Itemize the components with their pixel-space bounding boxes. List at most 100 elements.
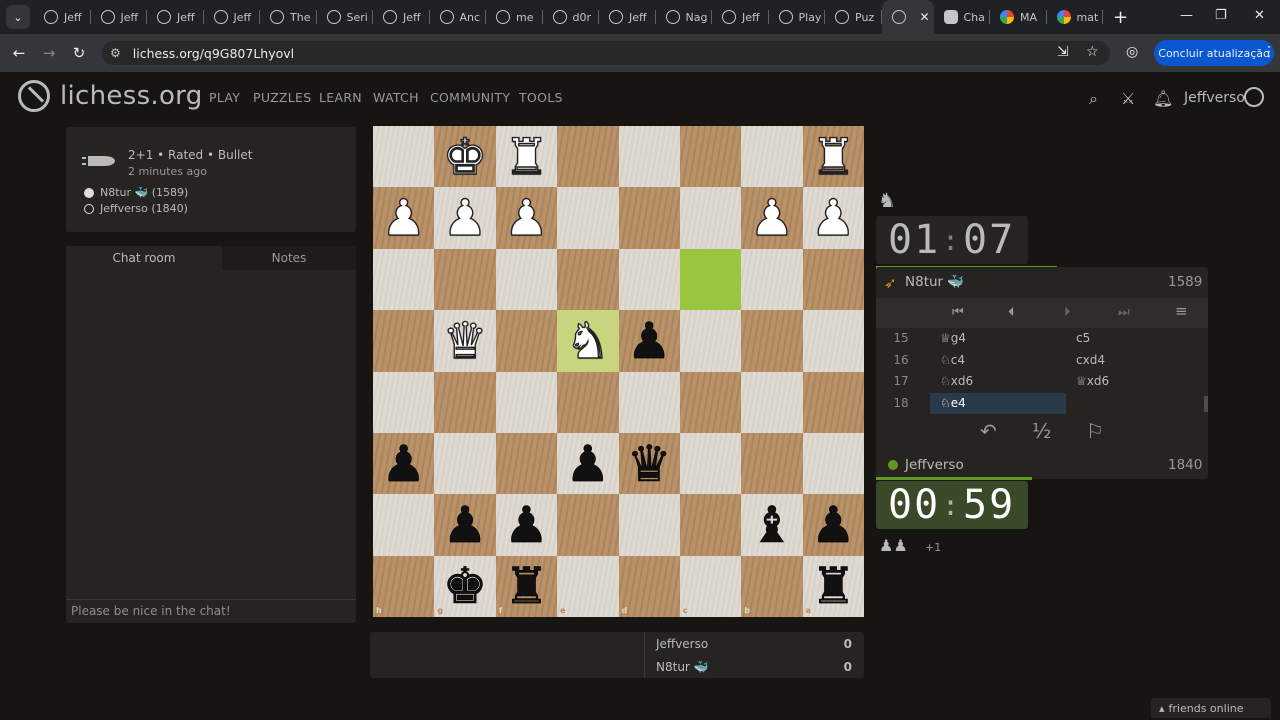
new-tab-button[interactable]: +: [1113, 7, 1128, 28]
white-move[interactable]: ♘e4: [930, 392, 1066, 414]
crosstable-player-1[interactable]: Jeffverso: [656, 637, 708, 651]
black-rook-icon[interactable]: ♜: [504, 561, 549, 612]
browser-tab[interactable]: Jeff: [34, 0, 91, 34]
square-g5[interactable]: [434, 371, 496, 433]
last-move-icon[interactable]: ⏭: [1118, 305, 1130, 320]
browser-tab[interactable]: mat: [1047, 0, 1104, 34]
black-move[interactable]: c5: [1066, 328, 1202, 349]
square-e2[interactable]: [557, 187, 619, 249]
tab-notes[interactable]: Notes: [222, 246, 356, 270]
black-move[interactable]: [1066, 393, 1202, 414]
square-g1[interactable]: ♚: [434, 126, 496, 188]
white-move[interactable]: ♕g4: [930, 328, 1066, 349]
square-d1[interactable]: [618, 126, 680, 188]
square-f4[interactable]: [495, 310, 558, 372]
square-e1[interactable]: [557, 126, 619, 188]
prev-move-icon[interactable]: ⏴: [1008, 305, 1015, 320]
square-c2[interactable]: [679, 187, 742, 249]
profile-icon[interactable]: ◎: [1126, 44, 1138, 60]
square-e3[interactable]: [557, 248, 619, 311]
bookmark-star-icon[interactable]: ☆: [1086, 44, 1099, 60]
square-h6[interactable]: ♟: [373, 432, 435, 495]
chess-board[interactable]: ♚ ♜ ♜ ♟ ♟ ♟ ♟ ♟ ♛ ♞ ♟ ♟ ♟ ♛ ♟ ♟ ♝ ♟ ♚ ♜ ♜ 1 2 3 4 5 6 7 8 h g f e d c b a: [373, 126, 864, 617]
user-avatar-icon[interactable]: [1244, 87, 1264, 107]
square-h8[interactable]: [373, 555, 435, 617]
square-b3[interactable]: [741, 248, 803, 311]
white-queen-icon[interactable]: ♛: [442, 315, 488, 366]
black-pawn-icon[interactable]: ♟: [565, 438, 610, 489]
square-g6[interactable]: [434, 432, 496, 495]
square-e5[interactable]: [557, 371, 619, 433]
maximize-icon[interactable]: ❐: [1215, 8, 1227, 23]
first-move-icon[interactable]: ⏮: [952, 305, 964, 320]
square-c3[interactable]: [679, 248, 742, 311]
browser-tab-active[interactable]: ✕: [881, 0, 934, 34]
square-d8[interactable]: [618, 555, 680, 617]
black-king-icon[interactable]: ♚: [442, 561, 487, 612]
black-pawn-icon[interactable]: ♟: [626, 316, 671, 367]
nav-learn[interactable]: LEARN: [319, 90, 362, 105]
white-pawn-icon[interactable]: ♟: [442, 192, 488, 243]
search-icon[interactable]: ⌕: [1089, 89, 1098, 109]
tab-chat-room[interactable]: Chat room: [66, 246, 222, 270]
browser-tab[interactable]: d0r: [543, 0, 600, 34]
white-knight-icon[interactable]: ♞: [565, 315, 611, 366]
update-button[interactable]: Concluir atualização: [1154, 40, 1274, 66]
browser-tab[interactable]: Play: [769, 0, 826, 34]
browser-tab[interactable]: Seri: [317, 0, 374, 34]
white-move[interactable]: ♘xd6: [930, 371, 1066, 392]
black-rook-icon[interactable]: ♜: [811, 561, 856, 612]
crosstable-player-2[interactable]: N8tur 🐳: [656, 660, 709, 674]
black-pawn-icon[interactable]: ♟: [811, 500, 856, 551]
black-move[interactable]: ♕xd6: [1066, 371, 1202, 392]
square-f2[interactable]: ♟: [495, 187, 558, 249]
browser-tab[interactable]: Anc: [430, 0, 487, 34]
site-logo[interactable]: lichess.org: [18, 80, 203, 112]
browser-tab[interactable]: The: [260, 0, 317, 34]
square-c8[interactable]: [679, 555, 742, 617]
square-f3[interactable]: [495, 248, 558, 311]
black-pawn-icon[interactable]: ♟: [504, 500, 549, 551]
black-pawn-icon[interactable]: ♟: [442, 500, 487, 551]
square-g2[interactable]: ♟: [434, 187, 496, 249]
black-player-info[interactable]: N8tur 🐳 (1589): [100, 186, 188, 199]
black-queen-icon[interactable]: ♛: [626, 438, 671, 489]
minimize-icon[interactable]: —: [1180, 8, 1193, 23]
browser-tab[interactable]: Puz: [825, 0, 882, 34]
black-move[interactable]: cxd4: [1066, 350, 1202, 371]
square-g7[interactable]: ♟: [434, 494, 496, 556]
browser-tab[interactable]: Jeff: [91, 0, 148, 34]
white-rook-icon[interactable]: ♜: [503, 131, 549, 182]
square-c6[interactable]: [679, 432, 742, 495]
square-d6[interactable]: ♛: [618, 432, 680, 495]
nav-watch[interactable]: WATCH: [373, 90, 419, 105]
close-tab-icon[interactable]: ✕: [920, 10, 930, 24]
browser-menu-icon[interactable]: ⋮: [1262, 44, 1276, 60]
white-pawn-icon[interactable]: ♟: [381, 192, 427, 243]
takeback-icon[interactable]: ↶: [980, 419, 997, 443]
square-h1[interactable]: [373, 126, 435, 188]
offer-draw-button[interactable]: ½: [1032, 419, 1051, 443]
browser-tab[interactable]: Cha: [934, 0, 991, 34]
address-bar[interactable]: ⚙ lichess.org/q9G807Lhyovl: [102, 41, 1110, 65]
square-b4[interactable]: [741, 310, 803, 372]
white-pawn-icon[interactable]: ♟: [810, 192, 856, 243]
square-b5[interactable]: [741, 371, 803, 433]
square-b8[interactable]: [741, 555, 803, 617]
black-pawn-icon[interactable]: ♟: [381, 438, 426, 489]
square-h7[interactable]: [373, 494, 435, 556]
square-g3[interactable]: [434, 248, 496, 311]
close-window-icon[interactable]: ✕: [1254, 8, 1265, 23]
square-h3[interactable]: [373, 248, 435, 311]
square-d3[interactable]: [618, 248, 680, 311]
menu-lines-icon[interactable]: ≡: [1175, 302, 1188, 320]
browser-tab[interactable]: me: [486, 0, 543, 34]
back-icon[interactable]: ←: [4, 44, 34, 62]
browser-tab[interactable]: MA: [990, 0, 1047, 34]
square-h4[interactable]: [373, 310, 435, 372]
square-b7[interactable]: ♝: [741, 494, 803, 556]
forward-icon[interactable]: →: [34, 44, 64, 62]
square-g4[interactable]: ♛: [434, 310, 496, 372]
white-king-icon[interactable]: ♚: [442, 131, 488, 182]
browser-tab[interactable]: Nag: [656, 0, 713, 34]
